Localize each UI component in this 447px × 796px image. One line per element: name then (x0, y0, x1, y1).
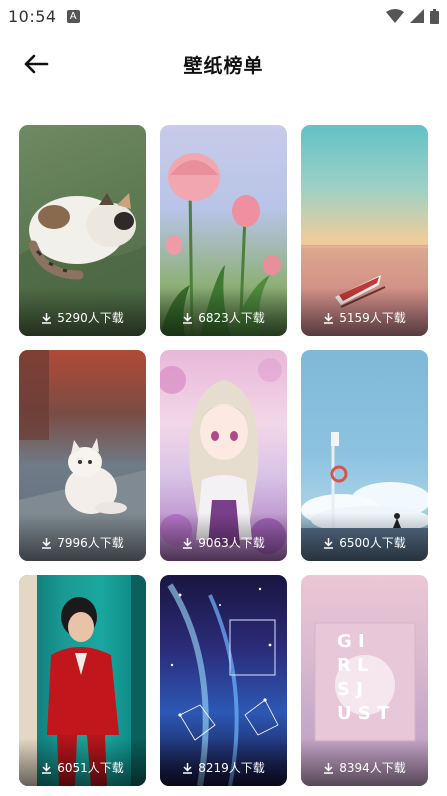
cell-signal-icon (410, 9, 424, 23)
download-icon (42, 537, 52, 549)
poster-line-1: G I (337, 631, 365, 652)
download-count-text: 5159人下载 (339, 311, 406, 325)
download-count: 8219人下载 (160, 759, 287, 776)
download-count: 9063人下载 (160, 534, 287, 551)
download-icon (42, 312, 52, 324)
download-icon (42, 762, 52, 774)
wallpaper-card[interactable]: 7996人下载 (19, 350, 146, 561)
download-count: 7996人下载 (19, 534, 146, 551)
download-count: 8394人下载 (301, 759, 428, 776)
download-count: 5290人下载 (19, 309, 146, 326)
status-time: 10:54 (8, 6, 57, 26)
download-count: 5159人下载 (301, 309, 428, 326)
download-icon (324, 537, 334, 549)
download-count-text: 8219人下载 (198, 761, 265, 775)
download-icon (183, 312, 193, 324)
page-title: 壁纸榜单 (183, 54, 264, 77)
toolbar: 壁纸榜单 (0, 36, 447, 92)
wallpaper-card[interactable]: 5159人下载 (301, 125, 428, 336)
wallpaper-grid: 5290人下载 6823人下载 5159人下载 7996人下载 9063人下载 … (19, 125, 428, 786)
download-count-text: 5290人下载 (57, 311, 124, 325)
download-count: 6500人下载 (301, 534, 428, 551)
poster-line-4: U S T (337, 703, 390, 724)
download-count-text: 6823人下载 (198, 311, 265, 325)
download-count-text: 6500人下载 (339, 536, 406, 550)
download-icon (324, 312, 334, 324)
download-count-text: 6051人下载 (57, 761, 124, 775)
download-count-text: 7996人下载 (57, 536, 124, 550)
download-icon (183, 762, 193, 774)
wallpaper-card[interactable]: 6823人下载 (160, 125, 287, 336)
download-count-text: 8394人下载 (339, 761, 406, 775)
download-icon (183, 537, 193, 549)
wallpaper-card[interactable]: 6500人下载 (301, 350, 428, 561)
download-count: 6051人下载 (19, 759, 146, 776)
wallpaper-card[interactable]: 5290人下载 (19, 125, 146, 336)
wifi-icon (386, 9, 404, 23)
download-icon (324, 762, 334, 774)
status-right (386, 8, 439, 24)
back-button[interactable] (18, 46, 54, 82)
poster-line-2: R L (337, 655, 369, 676)
status-bar: 10:54 A (0, 0, 447, 32)
notification-icon: A (66, 9, 80, 23)
download-count-text: 9063人下载 (198, 536, 265, 550)
wallpaper-card[interactable]: G I R L S J U S T 8394人下载 (301, 575, 428, 786)
back-arrow-icon (24, 54, 49, 74)
battery-icon (430, 8, 439, 24)
poster-line-3: S J (337, 679, 363, 700)
wallpaper-card[interactable]: 9063人下载 (160, 350, 287, 561)
download-count: 6823人下载 (160, 309, 287, 326)
wallpaper-card[interactable]: 8219人下载 (160, 575, 287, 786)
status-left: 10:54 A (8, 7, 80, 26)
wallpaper-card[interactable]: 6051人下载 (19, 575, 146, 786)
